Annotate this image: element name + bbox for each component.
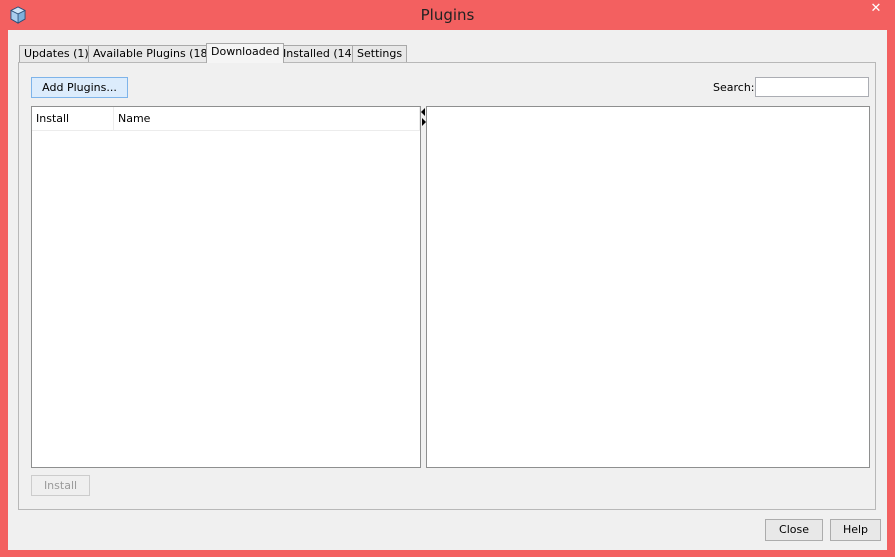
plugin-table[interactable]: Install Name <box>31 106 421 468</box>
dialog-body: Updates (1) Available Plugins (180) Down… <box>8 30 887 550</box>
column-header-name[interactable]: Name <box>114 107 420 130</box>
plugin-details-pane <box>426 106 870 468</box>
downloaded-tab-panel: Add Plugins... Search: Install Name Inst… <box>18 62 876 510</box>
collapse-left-icon[interactable] <box>421 108 425 116</box>
title-bar[interactable]: Plugins ✕ <box>0 0 895 30</box>
search-input[interactable] <box>755 77 869 97</box>
window-title: Plugins <box>420 6 475 24</box>
plugins-window: Plugins ✕ Updates (1) Available Plugins … <box>0 0 895 557</box>
install-button[interactable]: Install <box>31 475 90 496</box>
tab-updates[interactable]: Updates (1) <box>19 45 94 62</box>
column-header-install[interactable]: Install <box>32 107 114 130</box>
close-button[interactable]: Close <box>765 519 823 541</box>
tab-installed[interactable]: Installed (14) <box>278 45 361 62</box>
tab-available-plugins[interactable]: Available Plugins (180) <box>88 45 224 62</box>
help-button[interactable]: Help <box>830 519 881 541</box>
table-header: Install Name <box>32 107 420 131</box>
tab-downloaded[interactable]: Downloaded <box>206 43 285 63</box>
tab-settings[interactable]: Settings <box>352 45 408 62</box>
add-plugins-button[interactable]: Add Plugins... <box>31 77 128 98</box>
window-close-button[interactable]: ✕ <box>859 0 893 20</box>
search-label: Search: <box>713 81 755 94</box>
